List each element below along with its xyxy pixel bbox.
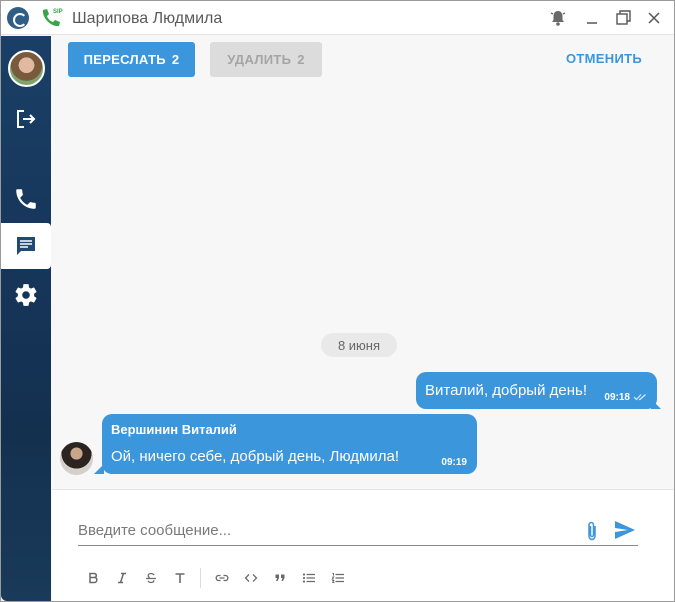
delete-count: 2	[297, 52, 305, 67]
forward-button-label: ПЕРЕСЛАТЬ	[83, 52, 166, 67]
message-text: Ой, ничего себе, добрый день, Людмила!	[111, 448, 399, 465]
message-sender: Вершинин Виталий	[111, 422, 237, 437]
message-outgoing[interactable]: Виталий, добрый день! 09:18	[416, 372, 657, 409]
cancel-button[interactable]: ОТМЕНИТЬ	[566, 51, 642, 66]
sidebar-item-calls[interactable]	[1, 176, 51, 222]
sender-avatar[interactable]	[60, 442, 93, 475]
bullet-list-button[interactable]	[294, 568, 323, 588]
italic-button[interactable]	[107, 568, 136, 588]
message-incoming[interactable]: Вершинин Виталий Ой, ничего себе, добрый…	[102, 414, 477, 474]
bullet-list-icon	[302, 573, 315, 583]
message-time: 09:18	[604, 392, 630, 403]
minimize-icon[interactable]	[582, 8, 602, 28]
avatar[interactable]	[8, 50, 45, 87]
close-icon[interactable]	[644, 8, 664, 28]
quote-button[interactable]	[265, 568, 294, 588]
message-list: 8 июня Виталий, добрый день! 09:18 Верши…	[52, 85, 674, 489]
forward-count: 2	[171, 52, 180, 67]
delete-button-label: УДАЛИТЬ	[227, 52, 292, 67]
quote-icon	[275, 574, 284, 581]
formatting-toolbar	[78, 568, 352, 588]
maximize-icon[interactable]	[613, 8, 633, 28]
date-separator: 8 июня	[321, 333, 397, 357]
read-checkmarks-icon	[633, 394, 646, 401]
message-time: 09:19	[441, 457, 467, 468]
sidebar	[1, 36, 51, 601]
sip-phone-icon: SIP	[42, 9, 63, 27]
toolbar-divider	[200, 568, 201, 588]
sidebar-item-settings[interactable]	[1, 272, 51, 318]
app-logo-icon	[7, 7, 29, 29]
message-composer	[52, 489, 674, 601]
strikethrough-button[interactable]	[136, 568, 165, 588]
forward-button[interactable]: ПЕРЕСЛАТЬ 2	[68, 42, 195, 77]
strikethrough-icon	[145, 572, 156, 584]
selection-toolbar: ПЕРЕСЛАТЬ 2 УДАЛИТЬ 2 ОТМЕНИТЬ	[52, 36, 674, 85]
delete-button[interactable]: УДАЛИТЬ 2	[210, 42, 322, 77]
numbered-list-icon	[330, 573, 344, 583]
logout-icon	[17, 110, 36, 128]
message-tail	[651, 399, 661, 409]
sidebar-item-chats[interactable]	[1, 223, 51, 269]
sip-badge: SIP	[53, 9, 63, 15]
attach-paperclip-icon[interactable]	[584, 520, 600, 542]
code-button[interactable]	[236, 568, 265, 588]
italic-icon	[117, 572, 126, 584]
notifications-bell-icon[interactable]	[548, 8, 568, 28]
text-style-button[interactable]	[165, 568, 194, 588]
link-button[interactable]	[207, 568, 236, 588]
code-icon	[244, 574, 257, 582]
message-input[interactable]	[78, 516, 638, 546]
numbered-list-button[interactable]	[323, 568, 352, 588]
app-window: SIP Шарипова Людмила ПЕРЕСЛАТЬ 2 УДАЛИТЬ…	[0, 0, 675, 602]
window-title: Шарипова Людмила	[72, 10, 223, 27]
chat-icon	[17, 237, 35, 255]
send-icon[interactable]	[614, 520, 636, 540]
sidebar-item-logout[interactable]	[1, 96, 51, 142]
bold-icon	[88, 572, 98, 584]
message-text: Виталий, добрый день!	[425, 382, 587, 399]
gear-icon	[15, 284, 37, 306]
link-icon	[215, 574, 228, 582]
phone-icon	[16, 189, 36, 209]
text-style-icon	[175, 573, 184, 583]
title-bar: SIP Шарипова Людмила	[1, 1, 674, 35]
bold-button[interactable]	[78, 568, 107, 588]
